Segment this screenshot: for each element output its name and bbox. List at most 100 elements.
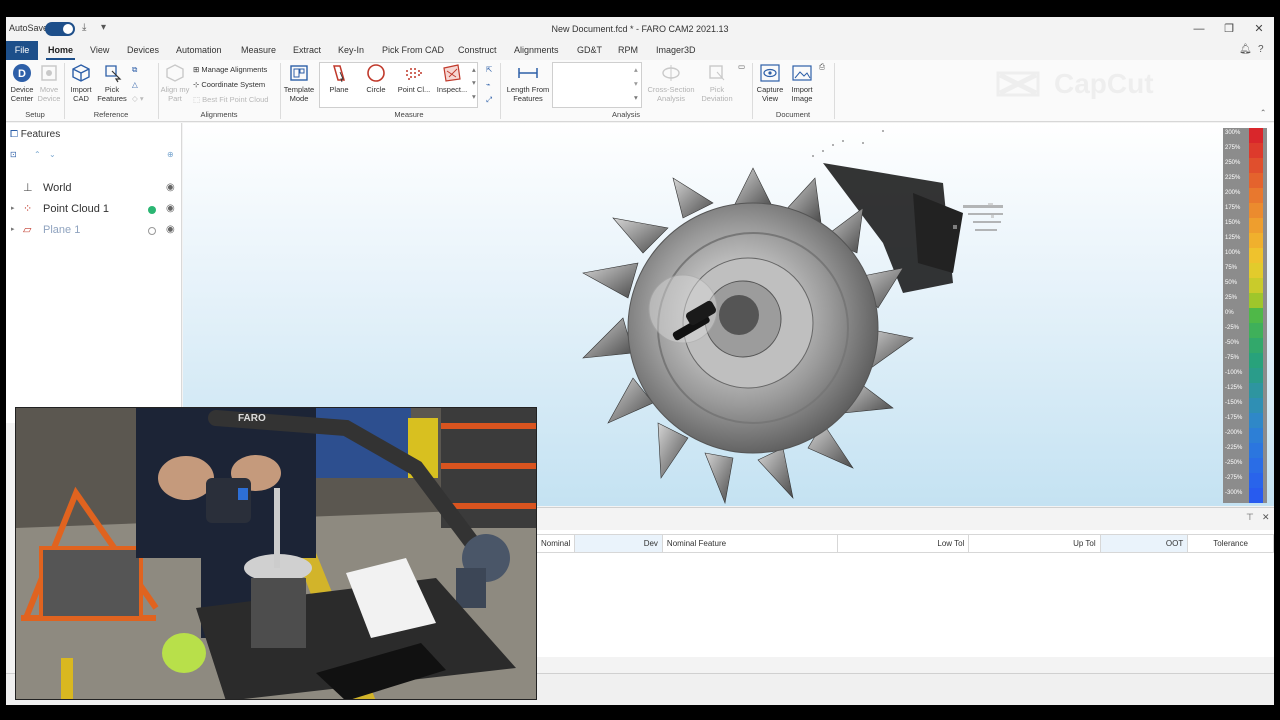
- scale-row: -175%: [1223, 413, 1267, 428]
- column-header-up-tol[interactable]: Up Tol: [968, 534, 1101, 553]
- gallery-expand-icon[interactable]: ▾: [472, 92, 476, 101]
- tab-construct[interactable]: Construct: [458, 45, 497, 55]
- point-cloud-button[interactable]: Point Cl...: [394, 63, 434, 94]
- align-my-part-button[interactable]: Align my Part: [160, 63, 190, 103]
- column-header-low-tol[interactable]: Low Tol: [837, 534, 970, 553]
- measure-tool3-icon[interactable]: ⤢: [486, 95, 492, 105]
- analysis-settings-icon[interactable]: ▭: [738, 62, 745, 71]
- move-up-icon[interactable]: ⌃: [34, 150, 41, 159]
- bell-icon[interactable]: 🔔︎: [1239, 44, 1252, 55]
- analysis-combo[interactable]: [552, 62, 642, 108]
- collapse-ribbon-icon[interactable]: ⌃: [1260, 108, 1266, 117]
- add-feature-icon[interactable]: ⊡: [10, 150, 17, 159]
- scale-swatch: [1249, 398, 1263, 413]
- point-cloud-icon: [406, 68, 422, 80]
- cross-section-analysis-button[interactable]: Cross-Section Analysis: [646, 63, 696, 103]
- scale-row: 200%: [1223, 188, 1267, 203]
- manage-alignments-button[interactable]: ⊞ Manage Alignments: [193, 65, 267, 74]
- tab-gdt[interactable]: GD&T: [577, 45, 602, 55]
- visibility-eye-icon[interactable]: ◉: [166, 182, 175, 193]
- circle-button[interactable]: Circle: [359, 63, 393, 94]
- scale-swatch: [1249, 188, 1263, 203]
- close-panel-icon[interactable]: ✕: [1262, 512, 1270, 523]
- tab-devices[interactable]: Devices: [127, 45, 159, 55]
- file-tab[interactable]: File: [6, 41, 38, 60]
- move-device-icon: [41, 65, 57, 81]
- combo-scroll-down-icon[interactable]: ▾: [634, 79, 638, 88]
- column-header-nominal-feature[interactable]: Nominal Feature: [661, 534, 839, 553]
- tab-home[interactable]: Home: [45, 45, 76, 60]
- import-cad-button[interactable]: Import CAD: [66, 63, 96, 103]
- inspect-button[interactable]: Inspect...: [434, 63, 470, 94]
- expand-arrow-icon[interactable]: ▸: [11, 204, 15, 212]
- visibility-eye-icon[interactable]: ◉: [166, 224, 175, 235]
- scale-swatch: [1249, 128, 1263, 143]
- pick-deviation-button[interactable]: Pick Deviation: [698, 63, 736, 103]
- scale-label: -225%: [1225, 445, 1243, 451]
- gallery-scroll-up-icon[interactable]: ▴: [472, 65, 476, 74]
- capture-view-button[interactable]: Capture View: [754, 63, 786, 103]
- visibility-eye-icon[interactable]: ◉: [166, 203, 175, 214]
- tab-view[interactable]: View: [90, 45, 109, 55]
- tab-imager3d[interactable]: Imager3D: [656, 45, 696, 55]
- scale-swatch: [1249, 173, 1263, 188]
- move-device-button[interactable]: Move Device: [36, 63, 62, 103]
- scale-label: -25%: [1225, 325, 1240, 331]
- tree-item-point-cloud-1[interactable]: ▸ ⁘ Point Cloud 1 ◉: [6, 200, 182, 220]
- column-header-dev[interactable]: Dev: [574, 534, 663, 553]
- document-settings-icon[interactable]: ⎙: [819, 62, 825, 72]
- tab-alignments[interactable]: Alignments: [514, 45, 559, 55]
- scale-row: 50%: [1223, 278, 1267, 293]
- reference-tool-icon[interactable]: ⧉: [132, 65, 137, 75]
- cross-section-icon: [662, 65, 680, 81]
- length-from-features-button[interactable]: Length From Features: [503, 63, 553, 103]
- measure-tool2-icon[interactable]: ⌁: [486, 80, 491, 89]
- device-center-button[interactable]: D Device Center: [8, 63, 36, 103]
- reference-tool3-icon[interactable]: ◇ ▾: [132, 94, 144, 103]
- tab-measure[interactable]: Measure: [241, 45, 276, 55]
- tab-key-in[interactable]: Key-In: [338, 45, 364, 55]
- gallery-scroll-down-icon[interactable]: ▾: [472, 78, 476, 87]
- align-part-icon: [166, 64, 184, 82]
- column-header-oot[interactable]: OOT: [1099, 534, 1189, 553]
- tab-rpm[interactable]: RPM: [618, 45, 638, 55]
- tab-extract[interactable]: Extract: [293, 45, 321, 55]
- minimize-button[interactable]: —: [1184, 20, 1214, 38]
- column-header-nominal[interactable]: Nominal: [535, 534, 576, 553]
- scale-row: 150%: [1223, 218, 1267, 233]
- combo-scroll-up-icon[interactable]: ▴: [634, 65, 638, 74]
- panel-options-icon[interactable]: ⊕: [167, 150, 174, 159]
- plane-button[interactable]: Plane: [322, 63, 356, 94]
- template-mode-icon: [290, 65, 308, 81]
- template-mode-button[interactable]: Template Mode: [282, 63, 316, 103]
- features-header: ⧠ Features: [10, 129, 61, 140]
- move-down-icon[interactable]: ⌄: [49, 150, 56, 159]
- restore-button[interactable]: ❐: [1214, 20, 1244, 38]
- tab-automation[interactable]: Automation: [176, 45, 222, 55]
- group-measure-label: Measure: [394, 110, 424, 119]
- scale-label: 175%: [1225, 205, 1241, 211]
- coordinate-system-button[interactable]: ⊹ Coordinate System: [193, 80, 265, 89]
- combo-expand-icon[interactable]: ▾: [634, 93, 638, 102]
- pick-features-button[interactable]: Pick Features: [96, 63, 128, 103]
- ribbon: D Device Center Move Device Setup Import…: [6, 60, 1274, 122]
- scale-label: 125%: [1225, 235, 1241, 241]
- column-header-tolerance[interactable]: Tolerance: [1187, 534, 1274, 553]
- pick-features-icon: [105, 65, 122, 83]
- scale-row: 125%: [1223, 233, 1267, 248]
- scale-label: -250%: [1225, 460, 1243, 466]
- expand-arrow-icon[interactable]: ▸: [11, 225, 15, 233]
- tree-item-world[interactable]: ⊥ World ◉: [6, 179, 182, 199]
- scale-label: -175%: [1225, 415, 1243, 421]
- reference-tool2-icon[interactable]: △: [132, 80, 138, 89]
- best-fit-point-cloud-button[interactable]: ⬚ Best Fit Point Cloud: [193, 95, 268, 104]
- pin-icon[interactable]: ⊤: [1246, 512, 1254, 523]
- import-image-button[interactable]: Import Image: [786, 63, 818, 103]
- help-icon[interactable]: ?: [1258, 44, 1264, 55]
- measure-tool1-icon[interactable]: ⇱: [486, 65, 492, 74]
- tab-pick-from-cad[interactable]: Pick From CAD: [382, 45, 444, 55]
- tree-item-plane-1[interactable]: ▸ ▱ Plane 1 ◉: [6, 221, 182, 241]
- close-button[interactable]: ✕: [1244, 20, 1274, 38]
- group-setup-label: Setup: [25, 110, 45, 119]
- group-analysis-label: Analysis: [612, 110, 640, 119]
